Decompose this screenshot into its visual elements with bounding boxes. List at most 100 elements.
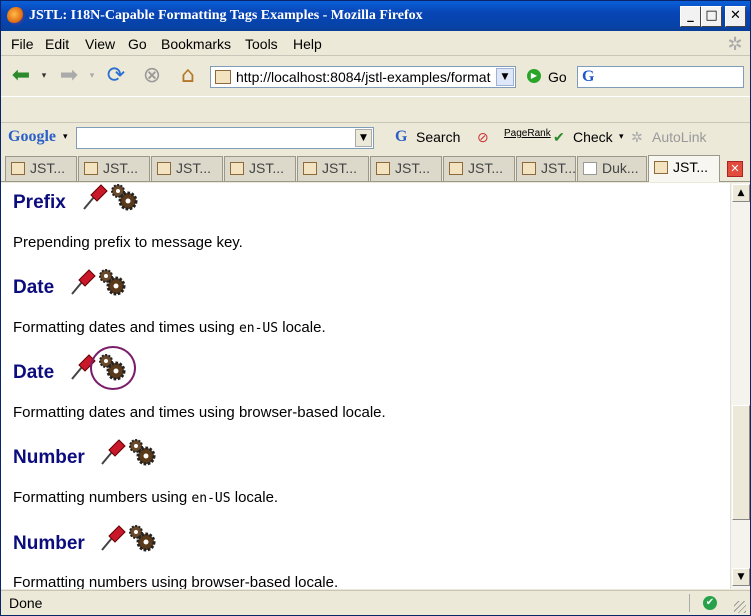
- status-text: Done: [9, 595, 43, 611]
- url-bar[interactable]: http://localhost:8084/jstl-examples/form…: [210, 66, 516, 88]
- tab-6[interactable]: JST...: [370, 156, 442, 181]
- tab-9[interactable]: Duk...: [577, 156, 647, 181]
- tab-5[interactable]: JST...: [297, 156, 369, 181]
- scroll-thumb[interactable]: [732, 405, 750, 520]
- tab-label: JST...: [176, 160, 212, 176]
- tab-7[interactable]: JST...: [443, 156, 515, 181]
- tab-4[interactable]: JST...: [224, 156, 296, 181]
- tab-favicon: [157, 162, 171, 175]
- url-input[interactable]: http://localhost:8084/jstl-examples/form…: [236, 69, 494, 85]
- popup-blocker-icon[interactable]: ⊘: [477, 129, 489, 146]
- stop-button[interactable]: ⊗: [138, 62, 166, 90]
- tab-label: Duk...: [602, 160, 639, 176]
- pagerank-indicator[interactable]: PageRank: [504, 128, 551, 139]
- pushpin-icon[interactable]: [71, 269, 96, 295]
- spellcheck-icon[interactable]: ✔: [553, 129, 565, 146]
- navigation-toolbar: ⬅ ▾ ➡ ▾ ⟳ ⊗ ⌂ http://localhost:8084/jstl…: [1, 56, 750, 96]
- section-heading[interactable]: Prefix: [13, 192, 66, 214]
- pushpin-icon[interactable]: [83, 184, 108, 210]
- forward-button[interactable]: ➡: [55, 62, 83, 90]
- menu-go[interactable]: Go: [128, 36, 147, 52]
- check-dropdown-icon[interactable]: ▾: [619, 131, 624, 142]
- vertical-scrollbar[interactable]: ▲ ▼: [730, 183, 750, 589]
- google-search-button[interactable]: Search: [416, 129, 460, 145]
- reload-button[interactable]: ⟳: [102, 62, 130, 90]
- scroll-down-button[interactable]: ▼: [732, 568, 750, 586]
- url-dropdown-button[interactable]: ▼: [496, 68, 514, 86]
- gears-icon[interactable]: [111, 184, 138, 211]
- autolink-icon: ✲: [631, 129, 643, 145]
- pushpin-icon[interactable]: [101, 439, 126, 465]
- google-logo[interactable]: Google: [8, 128, 56, 146]
- check-button[interactable]: Check: [573, 129, 613, 145]
- status-divider: [689, 594, 690, 612]
- pushpin-icon[interactable]: [101, 525, 126, 551]
- status-check-icon[interactable]: ✔: [703, 596, 717, 610]
- minimize-button[interactable]: _: [680, 6, 701, 27]
- tab-label: JST...: [322, 160, 358, 176]
- gears-icon[interactable]: [99, 269, 126, 296]
- menu-bookmarks[interactable]: Bookmarks: [161, 36, 231, 52]
- menu-file[interactable]: File: [11, 36, 34, 52]
- scroll-up-button[interactable]: ▲: [732, 184, 750, 202]
- tab-favicon: [449, 162, 463, 175]
- title-bar[interactable]: JSTL: I18N-Capable Formatting Tags Examp…: [1, 1, 750, 31]
- tab-label: JST...: [249, 160, 285, 176]
- tab-favicon: [522, 162, 536, 175]
- autolink-button[interactable]: AutoLink: [652, 129, 706, 145]
- tab-2[interactable]: JST...: [78, 156, 150, 181]
- browser-window: JSTL: I18N-Capable Formatting Tags Examp…: [0, 0, 751, 616]
- throbber-icon: ✲: [727, 34, 743, 55]
- google-search-input[interactable]: ▼: [76, 127, 374, 149]
- section-heading[interactable]: Date: [13, 362, 54, 384]
- menu-bar: File Edit View Go Bookmarks Tools Help ✲: [1, 32, 750, 56]
- firefox-icon: [7, 7, 25, 25]
- go-button[interactable]: Go: [548, 69, 567, 85]
- tab-favicon: [11, 162, 25, 175]
- section-heading[interactable]: Number: [13, 447, 85, 469]
- tab-label: JST...: [541, 160, 576, 176]
- menu-help[interactable]: Help: [293, 36, 322, 52]
- gears-icon[interactable]: [129, 439, 156, 466]
- menu-view[interactable]: View: [85, 36, 115, 52]
- tab-bar: JST... JST... JST... JST... JST... JST..…: [1, 154, 750, 182]
- tab-favicon: [230, 162, 244, 175]
- section-heading[interactable]: Number: [13, 533, 85, 555]
- status-bar: Done ✔: [1, 590, 750, 615]
- google-menu-dropdown-icon[interactable]: ▾: [63, 131, 68, 142]
- home-button[interactable]: ⌂: [174, 62, 202, 90]
- resize-grip[interactable]: [734, 601, 746, 613]
- back-button[interactable]: ⬅: [7, 62, 35, 90]
- google-g-icon: G: [395, 128, 408, 145]
- maximize-button[interactable]: □: [701, 6, 722, 27]
- gears-icon[interactable]: [129, 525, 156, 552]
- close-button[interactable]: ✕: [725, 6, 746, 27]
- section-description: Formatting dates and times using en-US l…: [13, 319, 326, 336]
- tab-label: JST...: [468, 160, 504, 176]
- section-heading[interactable]: Date: [13, 277, 54, 299]
- window-title: JSTL: I18N-Capable Formatting Tags Examp…: [29, 8, 423, 23]
- section-icons: [99, 438, 159, 470]
- bookmarks-toolbar: [1, 96, 750, 123]
- forward-dropdown-icon[interactable]: ▾: [85, 62, 99, 90]
- close-tab-icon[interactable]: ✕: [727, 161, 743, 177]
- section-icons: [99, 524, 159, 556]
- page-favicon: [215, 70, 231, 84]
- tab-8[interactable]: JST...: [516, 156, 576, 181]
- menu-edit[interactable]: Edit: [45, 36, 69, 52]
- tab-3[interactable]: JST...: [151, 156, 223, 181]
- tab-10-active[interactable]: JST...: [648, 155, 720, 182]
- annotation-circle: [90, 346, 136, 390]
- menu-tools[interactable]: Tools: [245, 36, 278, 52]
- section-icons: [69, 268, 129, 300]
- google-input-dropdown[interactable]: ▼: [355, 129, 372, 147]
- tab-label: JST...: [395, 160, 431, 176]
- back-dropdown-icon[interactable]: ▾: [37, 62, 51, 90]
- go-icon[interactable]: ▶: [527, 69, 541, 83]
- tab-1[interactable]: JST...: [5, 156, 77, 181]
- google-search-icon[interactable]: G: [582, 68, 594, 86]
- description-text: locale.: [278, 319, 326, 336]
- section-description: Prepending prefix to message key.: [13, 234, 243, 251]
- search-bar[interactable]: G: [577, 66, 744, 88]
- tab-label: JST...: [673, 159, 709, 175]
